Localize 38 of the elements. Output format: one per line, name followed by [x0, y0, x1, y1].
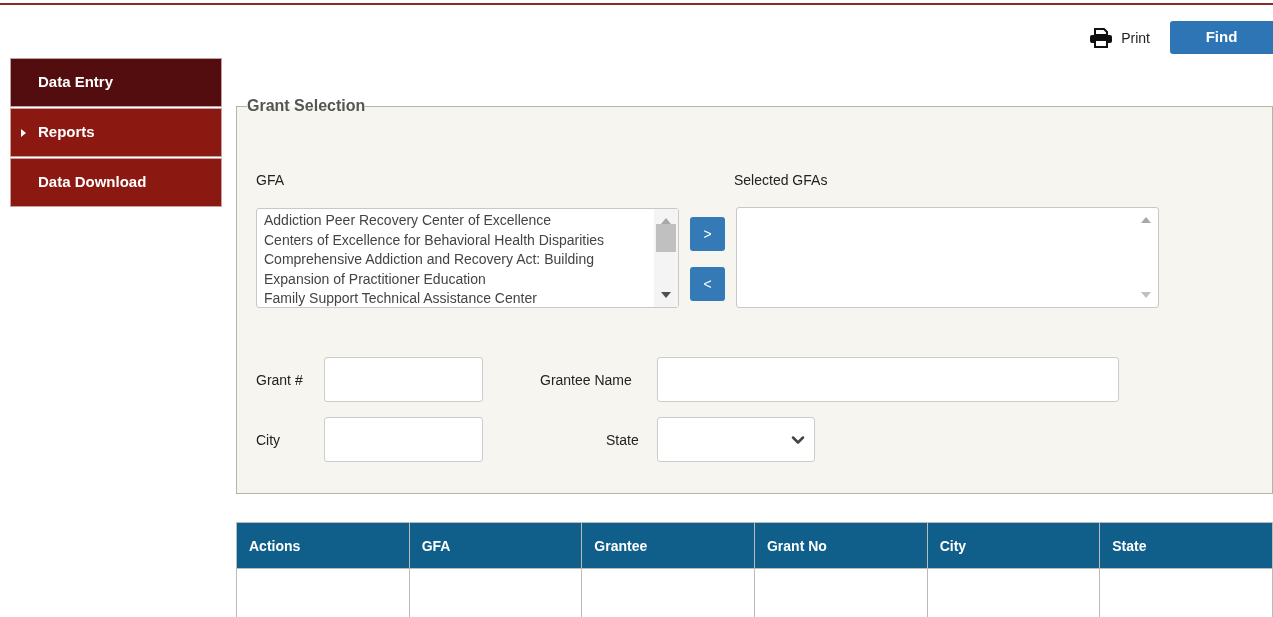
- listbox-option[interactable]: Centers of Excellence for Behavioral Health Disparities: [264, 230, 654, 250]
- city-field[interactable]: [324, 417, 483, 462]
- scrollbar-thumb[interactable]: [656, 224, 676, 252]
- field-label: Grant #: [256, 370, 304, 390]
- field-label: City: [256, 430, 282, 450]
- caret-icon: [21, 128, 26, 137]
- column-header: GFA: [409, 522, 582, 569]
- column-header: Grantee: [581, 522, 755, 569]
- scroll-down-arrow-icon[interactable]: [660, 291, 672, 299]
- column-header: State: [1099, 522, 1273, 569]
- field-label: GFA: [256, 171, 285, 190]
- scrollbar[interactable]: [654, 209, 678, 307]
- listbox-option[interactable]: Addiction Peer Recovery Center of Excellence: [264, 211, 654, 231]
- field-label: State: [606, 430, 640, 450]
- listbox-option[interactable]: Family Support Technical Assistance Center: [264, 289, 654, 307]
- selected-gfa-listbox[interactable]: [736, 207, 1159, 308]
- column-header: City: [927, 522, 1100, 569]
- print-link[interactable]: Print: [1121, 27, 1150, 48]
- sidebar-item[interactable]: Data Entry: [10, 58, 222, 107]
- panel-legend: Grant Selection: [247, 94, 366, 118]
- grantee-name-field[interactable]: [657, 357, 1119, 402]
- column-header: Actions: [236, 522, 410, 569]
- listbox-option[interactable]: Comprehensive Addiction and Recovery Act: Building: [264, 250, 654, 270]
- grant-number-field[interactable]: [324, 357, 483, 402]
- listbox-option[interactable]: Expansion of Practitioner Education: [264, 269, 654, 289]
- find-button[interactable]: Find: [1170, 21, 1273, 54]
- field-label: Selected GFAs: [734, 171, 828, 190]
- state-dropdown[interactable]: [657, 417, 815, 462]
- printer-icon[interactable]: [1089, 27, 1114, 48]
- gfa-listbox[interactable]: [256, 208, 679, 308]
- field-label: Grantee Name: [540, 370, 633, 390]
- sidebar-item[interactable]: Reports: [10, 108, 222, 157]
- add-button[interactable]: >: [690, 217, 725, 251]
- remove-button[interactable]: <: [690, 267, 725, 301]
- scroll-up-arrow-icon[interactable]: [1140, 216, 1152, 224]
- scroll-up-arrow-icon[interactable]: [660, 217, 672, 225]
- column-header: Grant No: [754, 522, 928, 569]
- sidebar-item[interactable]: Data Download: [10, 158, 222, 207]
